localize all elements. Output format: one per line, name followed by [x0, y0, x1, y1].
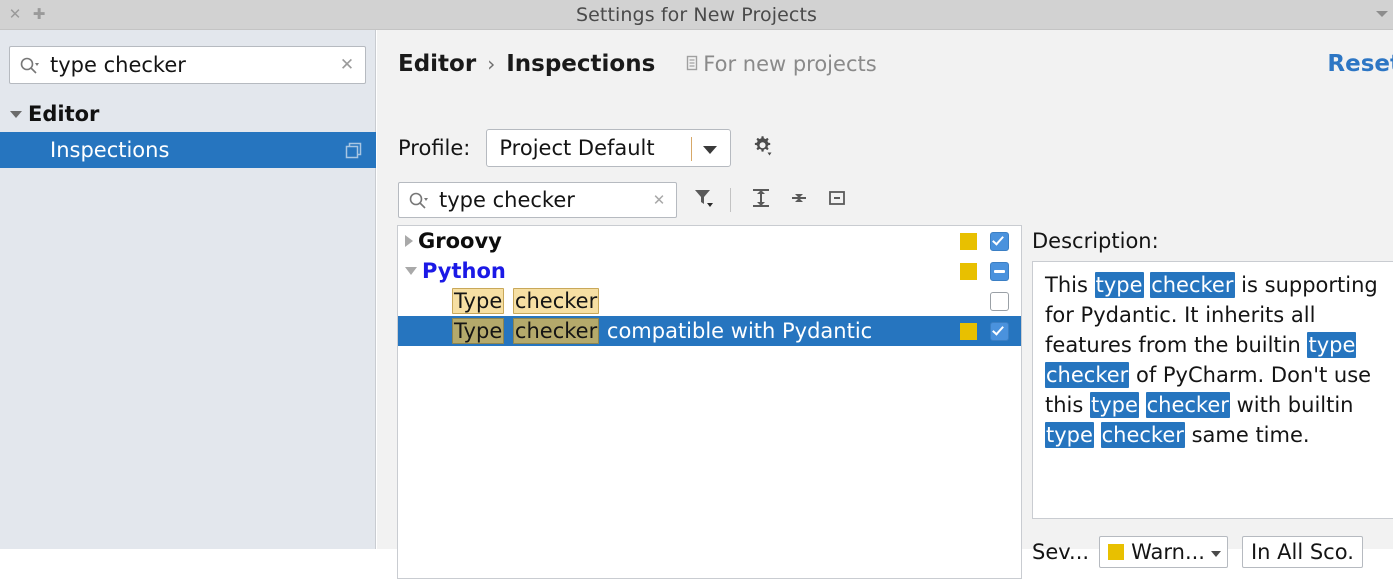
table-row[interactable]: Groovy: [398, 226, 1021, 256]
scope-label: For new projects: [703, 52, 877, 76]
scope-select-value: In All Sco.: [1250, 540, 1354, 564]
toggle-button[interactable]: [822, 185, 852, 215]
expand-all-icon: [749, 186, 773, 214]
search-match: type: [1094, 272, 1144, 298]
chevron-down-icon[interactable]: [1376, 11, 1388, 17]
close-icon[interactable]: ✕: [650, 191, 668, 209]
breadcrumb: Editor › Inspections For new projects: [398, 46, 877, 82]
filter-icon: [692, 186, 716, 214]
check-icon: [992, 323, 1004, 336]
minus-box-icon: [825, 186, 849, 214]
table-row[interactable]: Python: [398, 256, 1021, 286]
sidebar-search-field[interactable]: type checker ✕: [9, 46, 366, 84]
window-title: Settings for New Projects: [575, 4, 818, 26]
tree-node-label-rest: compatible with Pydantic: [600, 319, 873, 343]
collapse-all-icon: [787, 186, 811, 214]
breadcrumb-item-editor[interactable]: Editor: [398, 51, 476, 77]
close-icon[interactable]: ✕: [337, 55, 357, 75]
settings-sidebar: type checker ✕ Editor Inspections: [0, 30, 376, 549]
tree-node-label: Type checker: [418, 288, 600, 314]
description-fragment: This: [1045, 273, 1095, 297]
collapse-all-button[interactable]: [784, 185, 814, 215]
severity-select-value: Warn...: [1131, 540, 1205, 564]
sidebar-item-label: Editor: [28, 102, 100, 126]
row-checkbox[interactable]: [990, 262, 1009, 281]
search-icon: [19, 56, 39, 76]
description-fragment: [1094, 423, 1101, 447]
description-title: Description:: [1032, 229, 1159, 253]
settings-main-panel: Editor › Inspections For new projects Re…: [377, 30, 1393, 579]
chevron-down-icon[interactable]: [703, 146, 718, 154]
tree-node-label: Python: [422, 259, 506, 283]
sidebar-item-editor[interactable]: Editor: [0, 96, 376, 132]
severity-swatch: [960, 263, 977, 280]
chevron-down-icon[interactable]: [1210, 551, 1221, 557]
severity-swatch: [960, 233, 977, 250]
chevron-down-icon[interactable]: [10, 110, 22, 118]
severity-label: Sev...: [1032, 540, 1090, 564]
inspection-toolbar: type checker ✕: [398, 180, 852, 220]
copy-icon[interactable]: [345, 142, 362, 159]
search-match: checker: [512, 318, 600, 344]
description-section: Description: This type checker is suppor…: [1032, 225, 1393, 579]
search-icon: [408, 191, 428, 211]
document-icon: [685, 52, 699, 76]
severity-swatch: [960, 323, 977, 340]
profile-select-value: Project Default: [499, 136, 655, 160]
expand-all-button[interactable]: [746, 185, 776, 215]
search-match: Type: [452, 318, 505, 344]
table-row[interactable]: Type checker compatible with Pydantic: [398, 316, 1021, 346]
scope-indicator: For new projects: [685, 52, 877, 76]
search-match: checker: [1045, 362, 1130, 388]
inspection-tree[interactable]: Groovy Python Type checker Type checker …: [397, 225, 1022, 579]
search-match: type: [1307, 332, 1357, 358]
sidebar-item-label: Inspections: [50, 138, 170, 162]
profile-settings-button[interactable]: [747, 133, 777, 163]
scope-select[interactable]: In All Sco.: [1241, 536, 1363, 568]
chevron-down-icon[interactable]: [405, 267, 417, 275]
search-match: checker: [1145, 392, 1230, 418]
profile-select[interactable]: Project Default: [486, 129, 732, 167]
description-fragment: with builtin: [1229, 393, 1354, 417]
profile-label: Profile:: [398, 136, 471, 160]
search-match: Type: [452, 288, 505, 314]
tree-node-label: Groovy: [418, 229, 502, 253]
description-text: This type checker is supporting for Pyda…: [1045, 270, 1384, 450]
table-row[interactable]: Type checker: [398, 286, 1021, 316]
inspection-search-input[interactable]: type checker: [439, 183, 640, 217]
row-checkbox[interactable]: [990, 232, 1009, 251]
severity-select[interactable]: Warn...: [1099, 536, 1228, 568]
window-titlebar: ✕ ✚ Settings for New Projects: [0, 0, 1393, 30]
breadcrumb-separator: ›: [487, 52, 496, 76]
profile-row: Profile: Project Default: [398, 128, 777, 168]
search-match: checker: [512, 288, 600, 314]
filter-button[interactable]: [689, 185, 719, 215]
chevron-right-icon[interactable]: [405, 235, 413, 247]
severity-swatch: [1108, 544, 1125, 560]
description-fragment: [1139, 393, 1146, 417]
row-checkbox[interactable]: [990, 322, 1009, 341]
check-icon: [992, 233, 1004, 246]
sidebar-item-inspections[interactable]: Inspections: [0, 132, 376, 168]
sidebar-search-input[interactable]: type checker: [50, 47, 325, 83]
gear-icon: [750, 134, 774, 162]
severity-row: Sev... Warn... In All Sco.: [1032, 535, 1363, 569]
row-checkbox[interactable]: [990, 292, 1009, 311]
inspection-search-field[interactable]: type checker ✕: [398, 182, 677, 218]
breadcrumb-item-inspections: Inspections: [506, 51, 656, 77]
search-match: type: [1045, 422, 1094, 448]
minus-icon: [994, 270, 1005, 273]
search-match: checker: [1150, 272, 1235, 298]
description-fragment: same time.: [1184, 423, 1310, 447]
toolbar-divider: [730, 188, 731, 212]
description-box: This type checker is supporting for Pyda…: [1032, 261, 1393, 519]
search-match: checker: [1100, 422, 1185, 448]
search-match: type: [1090, 392, 1139, 418]
combo-divider: [691, 137, 693, 161]
reset-button[interactable]: Reset: [1327, 46, 1393, 82]
tree-node-label: Type checker compatible with Pydantic: [418, 318, 873, 344]
